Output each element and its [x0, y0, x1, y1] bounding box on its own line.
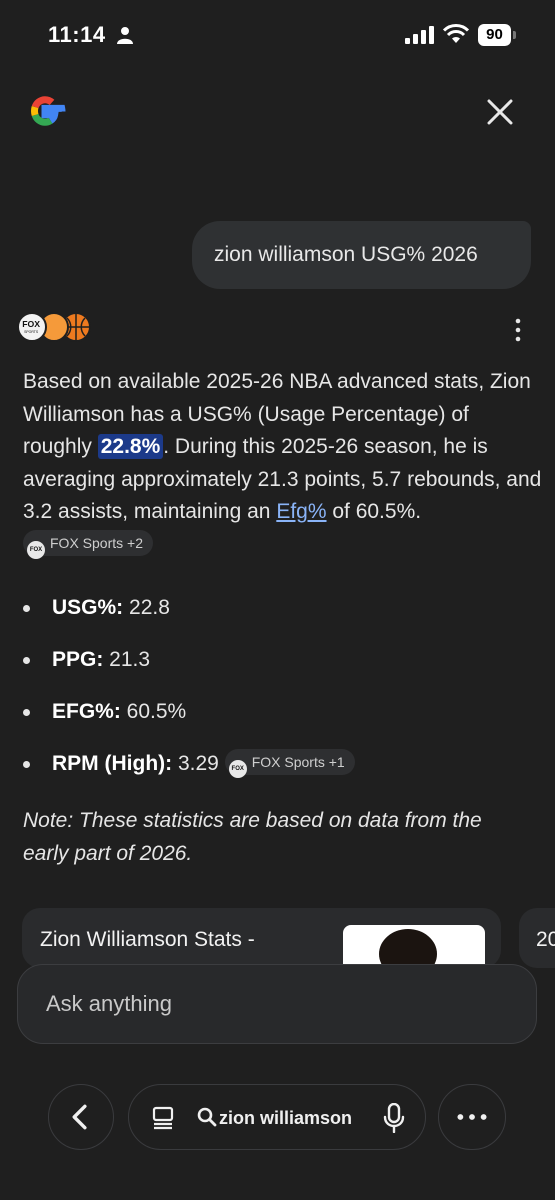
- list-item: RPM (High): 3.29 FOX FOX Sports +1: [23, 742, 543, 794]
- card-thumbnail: [343, 925, 485, 968]
- source-chip-label: FOX Sports +1: [251, 754, 345, 770]
- status-time: 11:14: [48, 22, 106, 47]
- fox-logo-icon: FOX: [228, 760, 247, 778]
- list-item: EFG%: 60.5%: [23, 690, 543, 742]
- source-chip-label: FOX Sports +2: [50, 534, 143, 551]
- wifi-icon: [443, 24, 469, 43]
- answer-text-3: of 60.5%.: [326, 500, 422, 524]
- answer-paragraph: Based on available 2025-26 NBA advanced …: [23, 366, 543, 562]
- tabs-icon: [152, 1106, 174, 1130]
- source-chip[interactable]: FOX FOX Sports +2: [23, 529, 153, 559]
- svg-text:FOX: FOX: [22, 319, 40, 329]
- close-icon[interactable]: [484, 96, 516, 128]
- search-query-text: zion williamson: [219, 1108, 353, 1128]
- more-options-icon[interactable]: [506, 316, 530, 344]
- microphone-icon[interactable]: [383, 1103, 405, 1133]
- result-card[interactable]: Zion Williamson Stats -: [22, 908, 501, 968]
- person-icon: [117, 27, 133, 44]
- stats-list: USG%: 22.8 PPG: 21.3 EFG%: 60.5% RPM (Hi…: [23, 586, 543, 794]
- search-pill[interactable]: zion williamson: [128, 1084, 426, 1150]
- signal-icon: [405, 26, 434, 44]
- source-chip[interactable]: FOX FOX Sports +1: [224, 749, 355, 778]
- search-icon: [197, 1107, 217, 1127]
- card-title: 20: [536, 928, 555, 951]
- result-card[interactable]: 20: [519, 908, 555, 968]
- fox-logo-icon: FOX: [27, 540, 45, 559]
- card-title: Zion Williamson Stats -: [40, 928, 255, 951]
- google-logo-icon: [30, 96, 66, 126]
- fox-sports-source-icon: FOX SPORTS: [17, 312, 47, 342]
- more-button[interactable]: [438, 1084, 506, 1150]
- battery-level: 90: [478, 24, 511, 46]
- back-button[interactable]: [48, 1084, 114, 1150]
- svg-text:SPORTS: SPORTS: [24, 330, 39, 334]
- chevron-left-icon: [72, 1104, 87, 1130]
- battery-icon: 90: [478, 24, 516, 46]
- note-text: Note: These statistics are based on data…: [23, 809, 482, 865]
- list-item: USG%: 22.8: [23, 586, 543, 638]
- user-query-bubble: zion williamson USG% 2026: [192, 221, 531, 289]
- ask-input[interactable]: Ask anything: [17, 964, 537, 1044]
- highlighted-value: 22.8%: [97, 434, 164, 460]
- efg-link[interactable]: Efg%: [276, 500, 326, 523]
- list-item: PPG: 21.3: [23, 638, 543, 690]
- ellipsis-icon: [457, 1114, 487, 1120]
- status-bar: 11:14 90: [0, 22, 555, 52]
- source-icons[interactable]: FOX SPORTS: [17, 312, 97, 344]
